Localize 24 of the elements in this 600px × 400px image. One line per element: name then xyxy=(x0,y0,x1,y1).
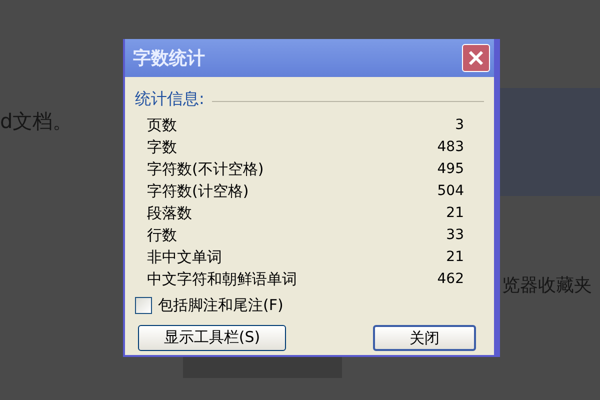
close-button[interactable] xyxy=(462,44,490,72)
dialog-button[interactable]: 显示工具栏(S) xyxy=(138,324,286,350)
stat-value: 21 xyxy=(446,248,464,266)
stat-value: 33 xyxy=(446,226,464,244)
stat-value: 3 xyxy=(455,116,464,134)
stat-label: 段落数 xyxy=(147,202,192,224)
stat-label: 字符数(不计空格) xyxy=(147,158,264,180)
checkbox[interactable] xyxy=(135,296,152,314)
dialog-button[interactable]: 关闭 xyxy=(373,324,476,350)
stat-label: 字数 xyxy=(147,136,177,158)
stat-value: 495 xyxy=(437,160,464,178)
checkbox-label: 包括脚注和尾注(F) xyxy=(158,295,284,316)
stat-label: 页数 xyxy=(147,114,177,136)
close-icon xyxy=(468,50,484,66)
stat-label: 中文字符和朝鲜语单词 xyxy=(147,268,297,290)
section-label: 统计信息: xyxy=(135,88,204,110)
stat-value: 483 xyxy=(437,138,464,156)
stat-label: 字符数(计空格) xyxy=(147,180,249,202)
stat-value: 504 xyxy=(437,182,464,200)
stat-label: 行数 xyxy=(147,224,177,246)
stat-value: 21 xyxy=(446,204,464,222)
stat-label: 非中文单词 xyxy=(147,246,222,268)
stat-value: 462 xyxy=(437,270,464,288)
window-title: 字数统计 xyxy=(133,46,205,70)
